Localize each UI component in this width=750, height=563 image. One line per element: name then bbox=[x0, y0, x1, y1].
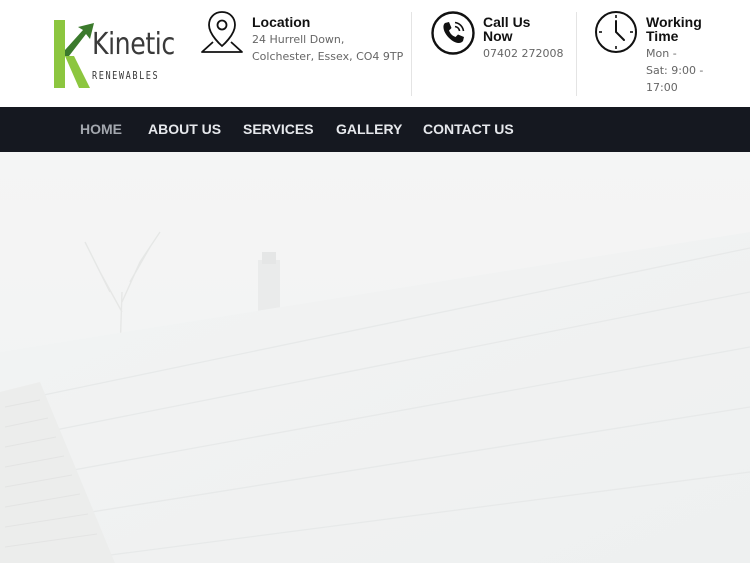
logo-name: Kinetic bbox=[92, 27, 175, 62]
location-title: Location bbox=[252, 14, 311, 30]
divider bbox=[576, 12, 577, 96]
nav-item-contact-us[interactable]: CONTACT US bbox=[423, 121, 514, 137]
nav-item-gallery[interactable]: GALLERY bbox=[336, 121, 402, 137]
nav-item-about-us[interactable]: ABOUT US bbox=[148, 121, 221, 137]
divider bbox=[411, 12, 412, 96]
main-navigation: HOME ABOUT US SERVICES GALLERY CONTACT U… bbox=[0, 107, 750, 152]
site-header: Kinetic RENEWABLES Location 24 Hurrell D… bbox=[0, 0, 750, 107]
address-line-1: 24 Hurrell Down, bbox=[252, 33, 345, 46]
phone-icon[interactable] bbox=[430, 10, 476, 56]
location-pin-icon bbox=[201, 11, 243, 53]
logo-mark bbox=[54, 20, 94, 88]
hours-line-2: Sat: 9:00 - bbox=[646, 64, 704, 77]
hero-banner bbox=[0, 152, 750, 563]
call-title-line-2: Now bbox=[483, 28, 513, 44]
phone-number[interactable]: 07402 272008 bbox=[483, 45, 563, 62]
hours-line-1: Mon - bbox=[646, 47, 677, 60]
working-time-title-line-2: Time bbox=[646, 28, 679, 44]
working-time-title-line-1: Working bbox=[646, 14, 702, 30]
address-line-2: Colchester, Essex, CO4 9TP bbox=[252, 50, 404, 63]
hero-solar-roof-image bbox=[0, 152, 750, 563]
nav-item-services[interactable]: SERVICES bbox=[243, 121, 314, 137]
logo[interactable]: Kinetic RENEWABLES bbox=[54, 20, 175, 90]
nav-item-home[interactable]: HOME bbox=[80, 121, 122, 137]
hours-line-3: 17:00 bbox=[646, 81, 678, 94]
clock-icon bbox=[595, 11, 637, 53]
logo-tagline: RENEWABLES bbox=[92, 69, 160, 82]
call-title-line-1: Call Us bbox=[483, 14, 531, 30]
